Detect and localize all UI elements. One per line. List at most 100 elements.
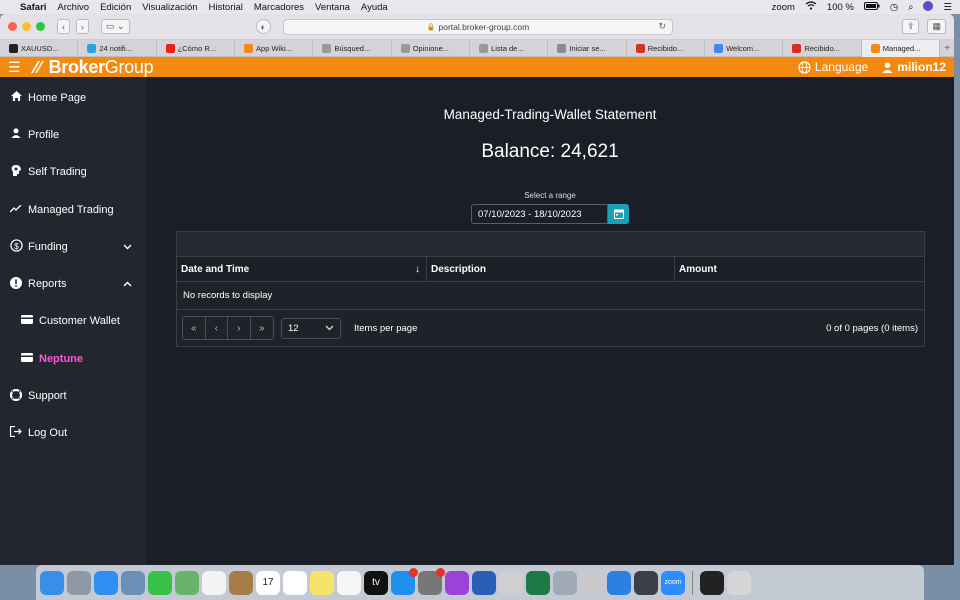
sidebar-item-profile[interactable]: Profile bbox=[0, 116, 146, 153]
statement-grid: Date and Time ↓ Description Amount No re… bbox=[176, 231, 925, 347]
reminders-icon[interactable] bbox=[283, 570, 307, 595]
sidebar-toggle-icon[interactable]: ▭ ⌄ bbox=[101, 19, 130, 34]
calendar-button[interactable] bbox=[608, 204, 629, 224]
user-icon bbox=[882, 61, 893, 73]
sidebar-item-funding[interactable]: $ Funding bbox=[0, 228, 146, 265]
browser-tab[interactable]: App Wiki... bbox=[235, 40, 314, 57]
zoom-status[interactable]: zoom bbox=[772, 2, 795, 13]
sidebar-item-neptune[interactable]: Neptune bbox=[0, 340, 146, 377]
sidebar-item-reports[interactable]: Reports bbox=[0, 265, 146, 302]
excel-icon[interactable] bbox=[526, 570, 550, 595]
minimize-window-button[interactable] bbox=[22, 22, 31, 31]
next-page-button[interactable]: › bbox=[228, 317, 251, 339]
column-amount[interactable]: Amount bbox=[675, 257, 924, 281]
notes-book-icon[interactable] bbox=[229, 570, 253, 595]
prev-page-button[interactable]: ‹ bbox=[206, 317, 228, 339]
system-preferences-icon[interactable] bbox=[418, 567, 445, 595]
control-center-icon[interactable]: ☰ bbox=[943, 2, 952, 13]
word-icon[interactable] bbox=[472, 570, 496, 595]
zoom-icon[interactable]: zoom bbox=[661, 570, 685, 595]
maps-icon[interactable] bbox=[175, 570, 199, 595]
first-page-button[interactable]: « bbox=[183, 317, 206, 339]
browser-tab[interactable]: XAUUSD... bbox=[0, 40, 79, 57]
battery-percent[interactable]: 100 % bbox=[827, 2, 854, 13]
sort-desc-icon[interactable]: ↓ bbox=[415, 264, 420, 275]
facetime-icon[interactable] bbox=[148, 570, 172, 595]
trash-icon[interactable] bbox=[727, 570, 751, 595]
chevron-up-icon[interactable] bbox=[123, 279, 132, 289]
column-date-time[interactable]: Date and Time ↓ bbox=[177, 257, 427, 281]
back-button[interactable]: ‹ bbox=[57, 19, 70, 34]
last-page-button[interactable]: » bbox=[251, 317, 274, 339]
browser-tab[interactable]: ¿Cómo R... bbox=[157, 40, 236, 57]
siri-icon[interactable] bbox=[923, 0, 934, 14]
sidebar-item-support[interactable]: Support bbox=[0, 377, 146, 414]
browser-tab[interactable]: Welcom... bbox=[705, 40, 784, 57]
privacy-shield-icon[interactable]: ◐ bbox=[255, 19, 271, 34]
app-store-icon[interactable] bbox=[391, 567, 418, 595]
quicktime-icon[interactable] bbox=[634, 570, 658, 595]
browser-tab[interactable]: Opinione... bbox=[392, 40, 471, 57]
browser-tab[interactable]: 24 notifi... bbox=[78, 40, 157, 57]
close-window-button[interactable] bbox=[8, 22, 17, 31]
browser-tab[interactable]: Recibido... bbox=[627, 40, 706, 57]
new-tab-icon[interactable]: + bbox=[940, 40, 954, 56]
menu-ventana[interactable]: Ventana bbox=[315, 2, 350, 13]
spotlight-search-icon[interactable]: ⌕ bbox=[908, 2, 913, 13]
brand-name[interactable]: BrokerGroup bbox=[49, 57, 154, 78]
share-icon[interactable]: ⇪ bbox=[901, 19, 920, 34]
browser-tab[interactable]: Managed... bbox=[861, 40, 941, 57]
column-description[interactable]: Description bbox=[427, 257, 675, 281]
language-selector[interactable]: Language bbox=[798, 60, 868, 74]
clock-icon[interactable]: ◷ bbox=[890, 2, 898, 13]
zoom-window-button[interactable] bbox=[36, 22, 45, 31]
bluetooth-icon[interactable] bbox=[607, 570, 631, 595]
phone-icon[interactable] bbox=[700, 570, 724, 595]
menu-historial[interactable]: Historial bbox=[209, 2, 243, 13]
wifi-icon[interactable] bbox=[805, 1, 817, 13]
sidebar-label-logout: Log Out bbox=[28, 427, 68, 440]
sidebar-item-managed-trading[interactable]: Managed Trading bbox=[0, 191, 146, 228]
xquartz-icon[interactable] bbox=[499, 570, 523, 595]
menu-visualizacion[interactable]: Visualización bbox=[142, 2, 197, 13]
finder-icon[interactable] bbox=[40, 570, 64, 595]
tab-overview-icon[interactable]: ▦ bbox=[927, 19, 946, 34]
menu-archivo[interactable]: Archivo bbox=[57, 2, 89, 13]
user-menu[interactable]: milion12 bbox=[882, 60, 946, 74]
launchpad-icon[interactable] bbox=[67, 570, 91, 595]
stickies-icon[interactable] bbox=[310, 570, 334, 595]
battery-icon[interactable] bbox=[863, 1, 880, 13]
browser-tab[interactable]: Iniciar se... bbox=[548, 40, 627, 57]
date-range-input[interactable]: 07/10/2023 - 18/10/2023 bbox=[471, 204, 608, 224]
browser-toolbar: ‹ › ▭ ⌄ ◐ 🔒 portal.broker-group.com ↻ ⇪ … bbox=[0, 14, 954, 40]
tv-icon[interactable]: tv bbox=[364, 570, 388, 595]
sidebar-item-self-trading[interactable]: Self Trading bbox=[0, 154, 146, 191]
keychain-icon[interactable] bbox=[580, 570, 604, 595]
page-size-select[interactable]: 12 bbox=[281, 317, 341, 339]
menu-marcadores[interactable]: Marcadores bbox=[254, 2, 304, 13]
user-icon bbox=[9, 128, 23, 141]
menu-ayuda[interactable]: Ayuda bbox=[361, 2, 388, 13]
safari-icon[interactable] bbox=[94, 570, 118, 595]
menu-app-name[interactable]: Safari bbox=[20, 2, 46, 13]
chevron-down-icon[interactable] bbox=[123, 242, 132, 252]
browser-tab[interactable]: Búsqued... bbox=[313, 40, 392, 57]
lifebuoy-icon bbox=[9, 388, 23, 404]
sidebar-item-home[interactable]: Home Page bbox=[0, 79, 146, 116]
address-text: portal.broker-group.com bbox=[438, 21, 530, 32]
sidebar-item-customer-wallet[interactable]: Customer Wallet bbox=[0, 303, 146, 340]
browser-tab[interactable]: Recibido... bbox=[783, 40, 862, 57]
hamburger-menu-icon[interactable]: ☰ bbox=[8, 59, 21, 76]
browser-tab[interactable]: Lista de... bbox=[470, 40, 549, 57]
podcasts-icon[interactable] bbox=[445, 570, 469, 595]
reload-icon[interactable]: ↻ bbox=[658, 21, 666, 32]
calendar-icon[interactable]: 17 bbox=[256, 570, 280, 595]
photos-icon[interactable] bbox=[202, 570, 226, 595]
preview-icon[interactable] bbox=[121, 570, 145, 595]
address-bar[interactable]: 🔒 portal.broker-group.com ↻ bbox=[282, 18, 673, 35]
music-icon[interactable] bbox=[337, 570, 361, 595]
image-capture-icon[interactable] bbox=[553, 570, 577, 595]
forward-button[interactable]: › bbox=[76, 19, 89, 34]
menu-edicion[interactable]: Edición bbox=[100, 2, 131, 13]
sidebar-item-logout[interactable]: Log Out bbox=[0, 415, 146, 452]
